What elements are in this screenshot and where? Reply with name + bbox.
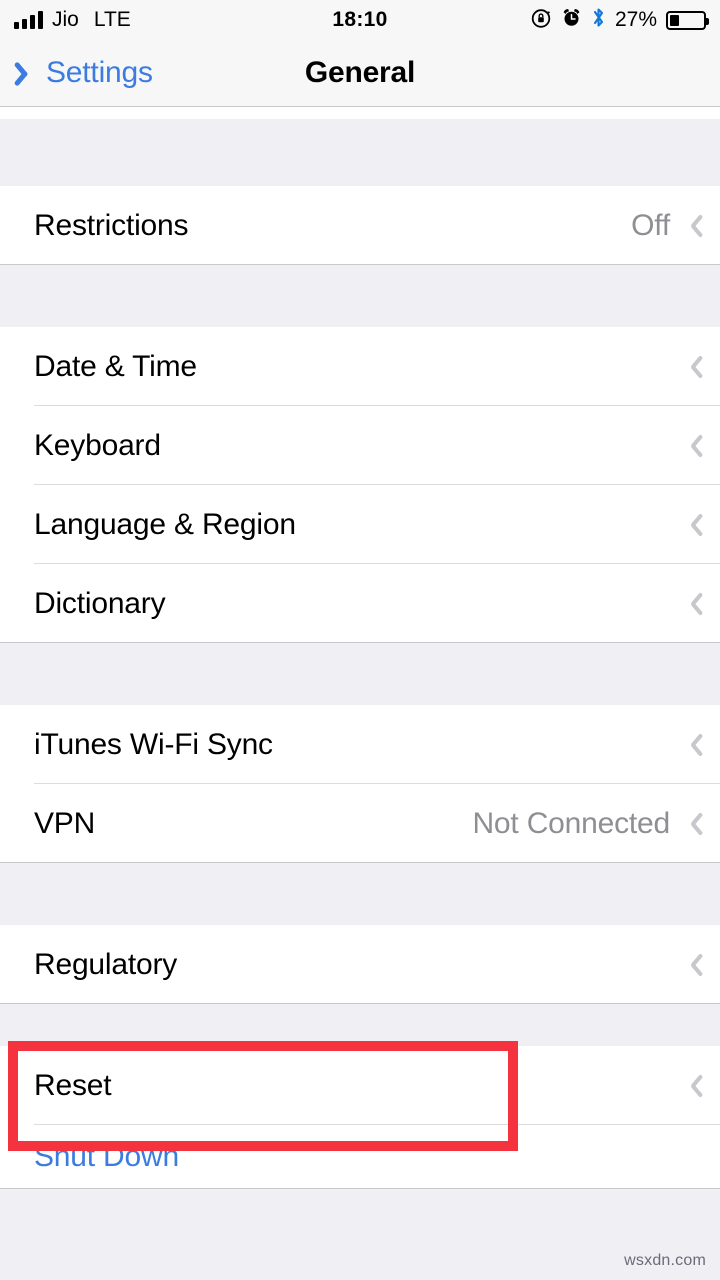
carrier-name: Jio <box>52 8 79 31</box>
row-label: iTunes Wi-Fi Sync <box>34 727 273 761</box>
row-dictionary[interactable]: Dictionary <box>0 564 720 643</box>
reset-group: Reset Shut Down <box>0 1046 720 1189</box>
status-bar-left: Jio LTE <box>14 8 131 32</box>
row-label: Date & Time <box>34 349 197 383</box>
row-reset[interactable]: Reset <box>0 1046 720 1125</box>
row-language-region[interactable]: Language & Region <box>0 485 720 564</box>
section-gap <box>0 265 720 327</box>
row-label: VPN <box>34 806 96 840</box>
row-regulatory[interactable]: Regulatory <box>0 925 720 1004</box>
rotation-lock-icon <box>530 7 552 34</box>
sync-group: iTunes Wi-Fi Sync VPN Not Connected <box>0 705 720 863</box>
partial-row-sliver <box>0 107 720 119</box>
row-value: Not Connected <box>472 806 670 840</box>
regulatory-group: Regulatory <box>0 925 720 1004</box>
status-bar: Jio LTE 18:10 27% <box>0 0 720 40</box>
row-label: Regulatory <box>34 947 178 981</box>
row-value: Off <box>631 208 670 242</box>
restrictions-group: Restrictions Off <box>0 186 720 265</box>
row-label: Dictionary <box>34 586 166 620</box>
row-label: Restrictions <box>34 208 189 242</box>
battery-percentage: 27% <box>614 8 657 31</box>
back-button-label: Settings <box>46 56 153 89</box>
bluetooth-icon <box>591 6 606 34</box>
chevron-right-icon <box>684 511 700 539</box>
signal-bars-icon <box>14 11 43 29</box>
chevron-right-icon <box>684 810 700 838</box>
section-gap <box>0 643 720 705</box>
chevron-right-icon <box>684 212 700 240</box>
watermark: wsxdn.com <box>624 1252 706 1269</box>
status-bar-right: 27% <box>530 6 709 34</box>
navigation-bar: Settings General <box>0 40 720 107</box>
row-label: Keyboard <box>34 428 161 462</box>
row-restrictions[interactable]: Restrictions Off <box>0 186 720 265</box>
row-itunes-wifi-sync[interactable]: iTunes Wi-Fi Sync <box>0 705 720 784</box>
settings-list[interactable]: Restrictions Off Date & Time Keyboard La… <box>0 107 720 1189</box>
battery-icon <box>666 10 709 30</box>
network-type: LTE <box>93 8 131 31</box>
section-gap <box>0 1004 720 1046</box>
row-shut-down[interactable]: Shut Down <box>0 1125 720 1189</box>
row-label: Reset <box>34 1068 112 1102</box>
chevron-left-icon <box>20 58 38 88</box>
chevron-right-icon <box>684 590 700 618</box>
iphone-screen: Jio LTE 18:10 27% Settings General Restr… <box>0 0 720 1280</box>
shut-down-label: Shut Down <box>34 1140 179 1173</box>
row-date-time[interactable]: Date & Time <box>0 327 720 406</box>
chevron-right-icon <box>684 432 700 460</box>
chevron-right-icon <box>684 353 700 381</box>
chevron-right-icon <box>684 1072 700 1100</box>
back-button[interactable]: Settings <box>0 56 153 90</box>
section-gap <box>0 119 720 186</box>
row-label: Language & Region <box>34 507 296 541</box>
row-vpn[interactable]: VPN Not Connected <box>0 784 720 863</box>
chevron-right-icon <box>684 731 700 759</box>
row-keyboard[interactable]: Keyboard <box>0 406 720 485</box>
section-gap <box>0 863 720 925</box>
locale-group: Date & Time Keyboard Language & Region D… <box>0 327 720 643</box>
alarm-clock-icon <box>561 7 582 33</box>
chevron-right-icon <box>684 951 700 979</box>
